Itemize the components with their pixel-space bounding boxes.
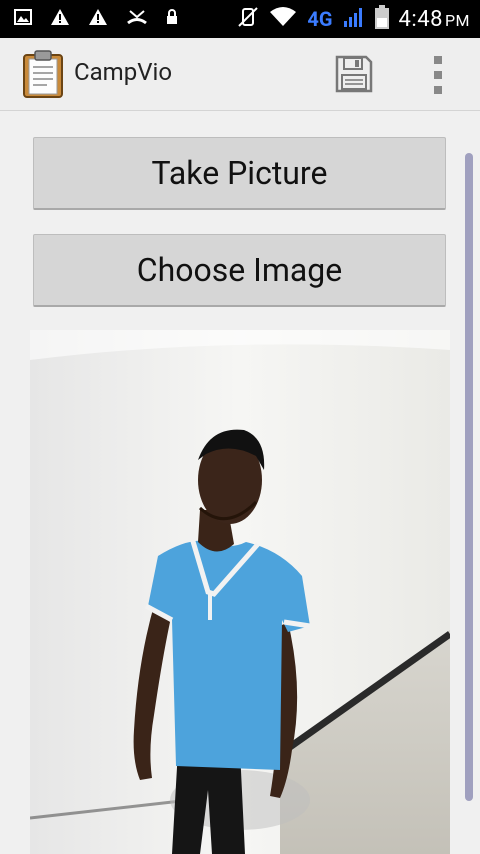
- status-bar-system: 4G 4:48 PM: [237, 5, 470, 33]
- scrollbar[interactable]: [465, 153, 473, 801]
- muted-vibrate-icon: [237, 6, 259, 32]
- overflow-dot: [434, 86, 442, 94]
- action-bar: CampVio: [0, 38, 480, 111]
- image-notification-icon: [14, 9, 32, 29]
- choose-image-button[interactable]: Choose Image: [33, 234, 446, 307]
- warning-icon: [50, 8, 70, 30]
- signal-icon: [343, 6, 365, 32]
- lock-icon: [166, 9, 178, 29]
- save-icon[interactable]: [334, 54, 374, 94]
- battery-icon: [374, 5, 389, 33]
- app-title: CampVio: [74, 58, 173, 86]
- status-bar-notifications: [14, 8, 178, 30]
- wifi-icon: [269, 6, 297, 32]
- missed-call-icon: [126, 8, 148, 30]
- clock: 4:48 PM: [398, 6, 470, 32]
- scroll-content[interactable]: Take Picture Choose Image: [0, 111, 480, 854]
- overflow-menu-icon[interactable]: [428, 56, 448, 94]
- warning-icon: [88, 8, 108, 30]
- overflow-dot: [434, 71, 442, 79]
- status-bar: 4G 4:48 PM: [0, 0, 480, 38]
- take-picture-button[interactable]: Take Picture: [33, 137, 446, 210]
- overflow-dot: [434, 56, 442, 64]
- network-type: 4G: [307, 7, 333, 31]
- photo-preview: [30, 330, 450, 854]
- clipboard-app-icon[interactable]: [22, 50, 64, 98]
